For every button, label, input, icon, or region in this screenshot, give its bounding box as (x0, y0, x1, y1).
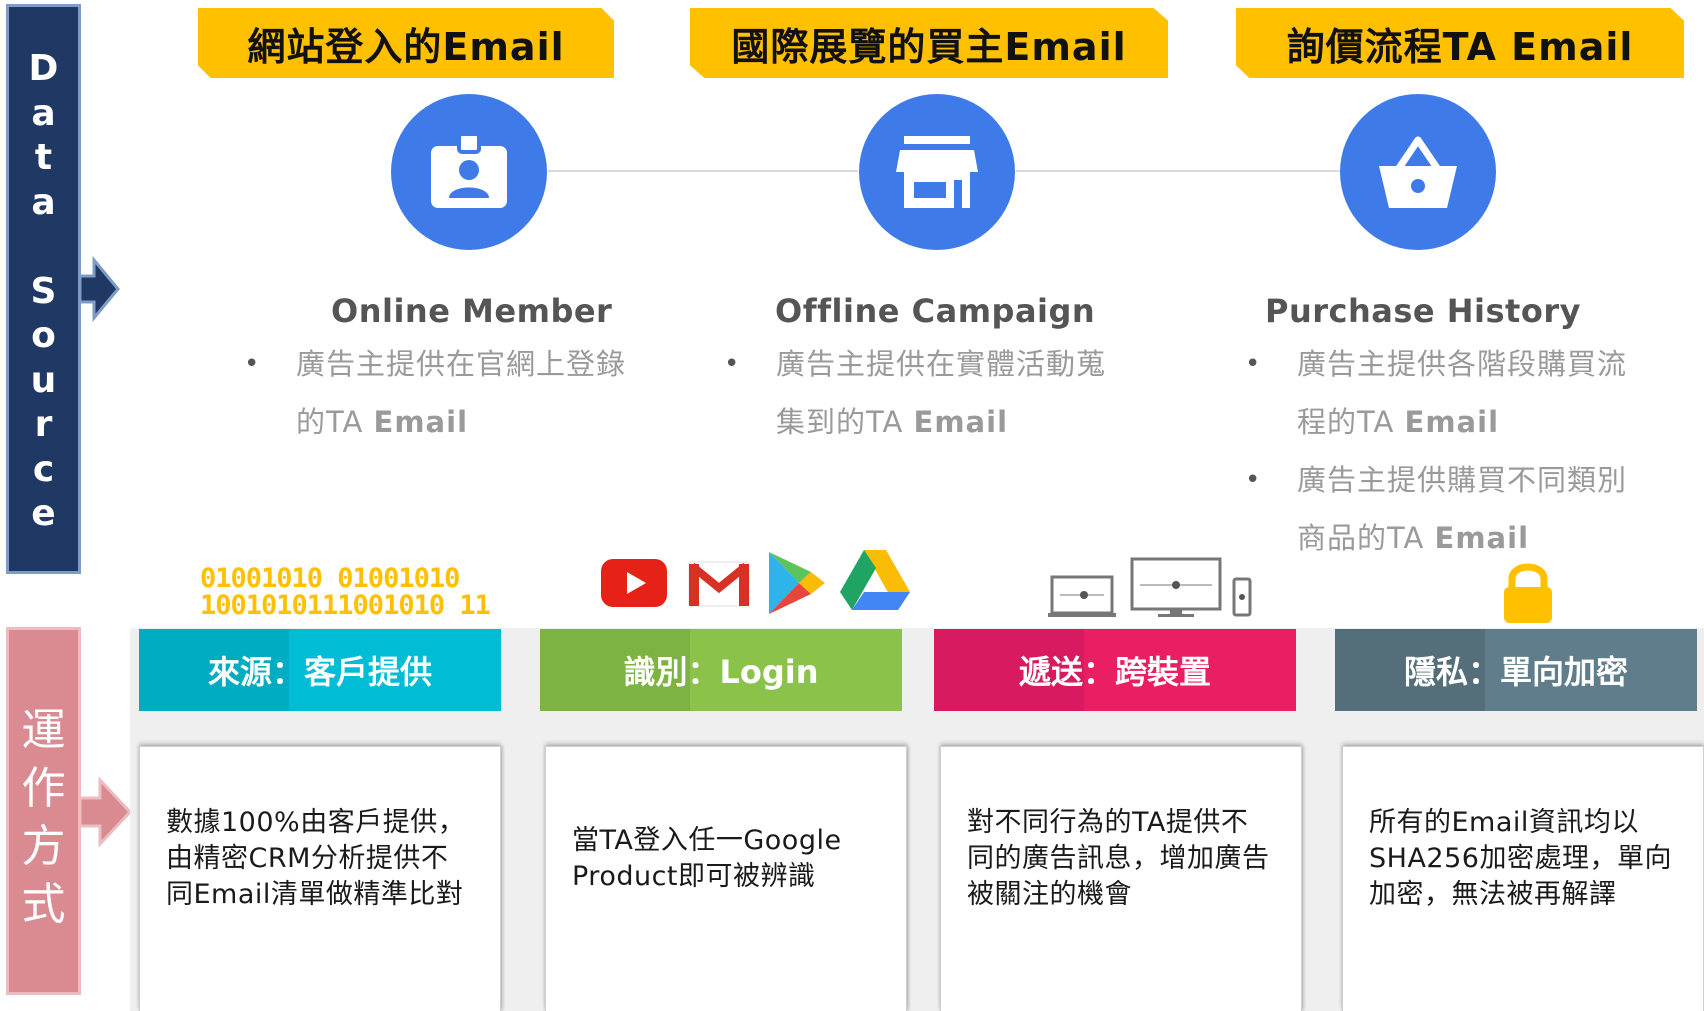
category-delivery: 遞送：跨裝置 (934, 629, 1296, 711)
list-item: 廣告主提供在官網上登錄 的TA Email (244, 335, 684, 451)
description-card: 當TA登入任一Google Product即可被辨識 (545, 746, 907, 1011)
devices-icon (1048, 557, 1252, 617)
list-item: 廣告主提供購買不同類別 商品的TA Email (1245, 451, 1685, 567)
data-source-label: D a t a S o u r c e (6, 4, 81, 574)
gmail-icon (688, 561, 750, 607)
connector-line (1016, 170, 1340, 172)
operation-label: 運 作 方 式 (6, 627, 81, 995)
storefront-icon (859, 94, 1015, 250)
label-char: 方 (21, 821, 66, 872)
label-char: 式 (21, 879, 66, 930)
label-char: o (31, 315, 56, 356)
card-text: 當TA登入任一Google Product即可被辨識 (572, 825, 842, 892)
card-text: 所有的Email資訊均以SHA256加密處理，單向加密，無法被再解譯 (1369, 807, 1672, 910)
lock-icon (1504, 563, 1552, 623)
source-title: Purchase History (1265, 292, 1581, 330)
label-char: a (31, 181, 56, 223)
label-char: r (34, 404, 53, 445)
source-title: Online Member (331, 292, 613, 330)
banner-purchase-history: 詢價流程TA Email (1236, 8, 1684, 78)
label-char: D (28, 48, 59, 89)
label-char: 作 (21, 763, 66, 814)
bullet-list: 廣告主提供在實體活動蒐 集到的TA Email (724, 335, 1164, 451)
label-char: u (30, 359, 57, 401)
card-text: 對不同行為的TA提供不同的廣告訊息，增加廣告被關注的機會 (967, 807, 1270, 910)
description-card: 所有的Email資訊均以SHA256加密處理，單向加密，無法被再解譯 (1342, 746, 1704, 1011)
data-source-arrow-icon (80, 256, 120, 322)
banner-offline-campaign: 國際展覽的買主Email (690, 8, 1168, 78)
category-privacy: 隱私：單向加密 (1335, 629, 1697, 711)
description-card: 數據100%由客戶提供，由精密CRM分析提供不同Email清單做精準比對 (139, 746, 501, 1011)
list-item: 廣告主提供各階段購買流 程的TA Email (1245, 335, 1685, 451)
list-item: 廣告主提供在實體活動蒐 集到的TA Email (724, 335, 1164, 451)
label-char: 運 (21, 705, 66, 756)
bullet-list: 廣告主提供各階段購買流 程的TA Email 廣告主提供購買不同類別 商品的TA… (1245, 335, 1685, 567)
label-char: e (31, 493, 56, 534)
connector-line (548, 170, 858, 172)
category-source: 來源：客戶提供 (139, 629, 501, 711)
source-title: Offline Campaign (775, 292, 1096, 330)
binary-code-graphic: 01001010 01001010 1001010111001010 11 (200, 563, 491, 621)
label-char: c (32, 448, 55, 490)
description-card: 對不同行為的TA提供不同的廣告訊息，增加廣告被關注的機會 (940, 746, 1302, 1011)
label-char: t (34, 137, 53, 178)
youtube-icon (601, 559, 667, 607)
id-badge-icon (391, 94, 547, 250)
card-text: 數據100%由客戶提供，由精密CRM分析提供不同Email清單做精準比對 (166, 807, 466, 910)
shopping-basket-icon (1340, 94, 1496, 250)
google-drive-icon (840, 550, 910, 610)
label-char (37, 225, 50, 270)
category-identify: 識別：Login (540, 629, 902, 711)
bullet-list: 廣告主提供在官網上登錄 的TA Email (244, 335, 684, 451)
operation-arrow-icon (80, 776, 132, 848)
label-char: a (31, 92, 56, 134)
banner-online-member: 網站登入的Email (198, 8, 614, 78)
google-play-icon (769, 552, 825, 614)
label-char: S (30, 270, 57, 312)
